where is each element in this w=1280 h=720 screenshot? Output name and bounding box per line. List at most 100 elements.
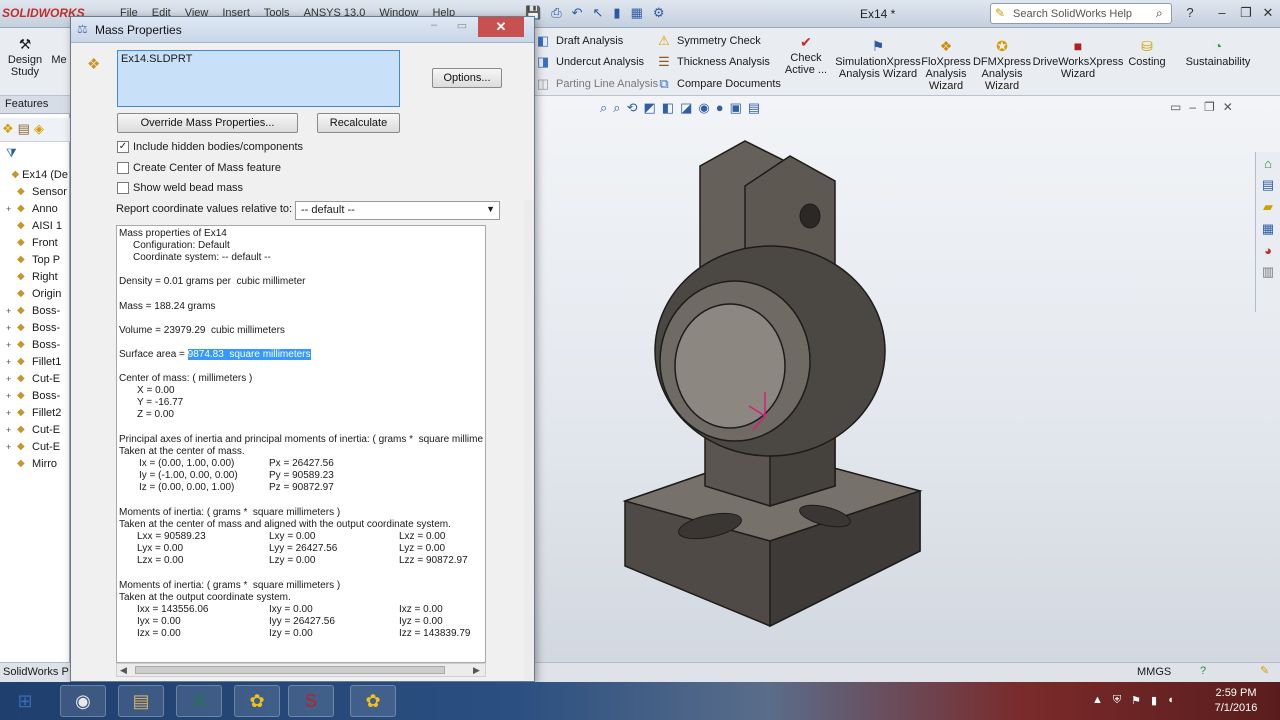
filter-icon[interactable]: ⧩	[6, 146, 17, 161]
tree-item[interactable]: + ◆ Anno	[6, 200, 68, 217]
appearances-icon[interactable]: ◕	[1264, 243, 1272, 258]
close-doc-icon[interactable]: ✕	[1223, 100, 1233, 114]
tree-item[interactable]: + ◆ Fillet2	[6, 404, 68, 421]
minimize-icon[interactable]: –	[1212, 3, 1232, 23]
model-graphic[interactable]	[535, 96, 1280, 662]
minimize-doc-icon[interactable]: –	[1189, 100, 1196, 114]
dialog-close-button[interactable]: ✕	[478, 17, 524, 37]
tree-item[interactable]: ◆ Origin	[6, 285, 68, 302]
file-properties-icon[interactable]: ▦	[631, 5, 643, 21]
graphics-viewport[interactable]	[535, 96, 1280, 662]
tree-item[interactable]: ◆ Top P	[6, 251, 68, 268]
options-icon[interactable]: ⚙	[653, 5, 665, 21]
tree-item[interactable]: + ◆ Fillet1	[6, 353, 68, 370]
report-horizontal-scrollbar[interactable]: ◀ ▶	[116, 663, 486, 677]
apply-scene-icon[interactable]: ▣	[730, 100, 742, 116]
tab-features[interactable]: Features	[0, 96, 70, 114]
help-icon[interactable]: ?	[1180, 3, 1200, 23]
section-view-icon[interactable]: ◩	[643, 100, 655, 116]
scroll-left-icon[interactable]: ◀	[120, 665, 127, 676]
custom-properties-icon[interactable]: ▥	[1262, 264, 1274, 280]
tree-item[interactable]: ◆ AISI 1	[6, 217, 68, 234]
scroll-right-icon[interactable]: ▶	[473, 665, 480, 676]
design-study-button[interactable]: ⚒ Design Study	[6, 36, 44, 78]
tree-item[interactable]: ◆ Ex14 (De	[6, 166, 68, 183]
expand-toggle[interactable]: +	[6, 204, 14, 214]
thickness-analysis-button[interactable]: ☰ Thickness Analysis	[656, 54, 770, 70]
explorer-app[interactable]: ▤	[118, 685, 164, 717]
tree-item[interactable]: + ◆ Cut-E	[6, 438, 68, 455]
resources-icon[interactable]: ⌂	[1264, 156, 1272, 171]
weld-bead-checkbox[interactable]	[117, 182, 129, 194]
expand-toggle[interactable]: +	[6, 408, 14, 418]
close-icon[interactable]: ✕	[1258, 3, 1278, 23]
help-status-icon[interactable]: ?	[1200, 665, 1206, 677]
center-of-mass-checkbox-row[interactable]: Create Center of Mass feature	[117, 162, 281, 174]
zoom-to-fit-icon[interactable]: ⌕	[600, 100, 607, 116]
measure-button[interactable]: Me	[50, 54, 68, 66]
solidworks-app-3[interactable]: ✿	[350, 685, 396, 717]
file-explorer-icon[interactable]: ▰	[1263, 199, 1273, 215]
edit-appearance-icon[interactable]: ●	[716, 100, 724, 116]
display-style-icon[interactable]: ◪	[680, 100, 692, 116]
include-hidden-checkbox-row[interactable]: ✓ Include hidden bodies/components	[117, 141, 303, 153]
draft-analysis-button[interactable]: ◧ Draft Analysis	[535, 33, 623, 49]
mass-properties-report[interactable]: Mass properties of Ex14 Configuration: D…	[116, 225, 486, 663]
tray-expand-icon[interactable]: ▲	[1092, 694, 1103, 707]
expand-toggle[interactable]: +	[6, 357, 14, 367]
dfmxpress-button[interactable]: ✪ DFMXpress Analysis Wizard	[973, 38, 1031, 92]
view-palette-icon[interactable]: ▦	[1262, 221, 1274, 237]
scrollbar-thumb[interactable]	[135, 666, 445, 674]
feature-tree-icon[interactable]: ❖	[2, 121, 14, 138]
tree-item[interactable]: ◆ Sensor	[6, 183, 68, 200]
check-active-button[interactable]: ✔ Check Active ...	[780, 34, 832, 76]
restore-icon[interactable]: ❐	[1236, 3, 1256, 23]
view-settings-icon[interactable]: ▤	[748, 100, 760, 116]
magnifier-icon[interactable]: ⌕	[1156, 6, 1163, 21]
rebuild-status-icon[interactable]: ✎	[1260, 664, 1269, 677]
tile-icon[interactable]: ▭	[1170, 100, 1181, 114]
floxpress-button[interactable]: ❖ FloXpress Analysis Wizard	[920, 38, 972, 92]
select-icon[interactable]: ↖	[593, 5, 604, 21]
expand-toggle[interactable]: +	[6, 323, 14, 333]
excel-app[interactable]: X	[176, 685, 222, 717]
selection-list[interactable]: Ex14.SLDPRT	[117, 50, 400, 107]
tree-item[interactable]: + ◆ Boss-	[6, 387, 68, 404]
start-button[interactable]: ⊞	[2, 685, 48, 717]
design-library-icon[interactable]: ▤	[1262, 177, 1274, 193]
center-of-mass-checkbox[interactable]	[117, 162, 129, 174]
restore-doc-icon[interactable]: ❐	[1204, 100, 1215, 114]
tree-item[interactable]: + ◆ Boss-	[6, 302, 68, 319]
undercut-analysis-button[interactable]: ◨ Undercut Analysis	[535, 54, 644, 70]
units-indicator[interactable]: MMGS	[1137, 666, 1171, 678]
driveworksxpress-button[interactable]: ■ DriveWorksXpress Wizard	[1033, 38, 1124, 80]
override-mass-properties-button[interactable]: Override Mass Properties...	[117, 113, 298, 133]
symmetry-check-button[interactable]: ⚠ Symmetry Check	[656, 33, 761, 49]
recalculate-button[interactable]: Recalculate	[317, 113, 400, 133]
dialog-vertical-scrollbar[interactable]	[524, 200, 534, 680]
tray-volume-icon[interactable]: ◖	[1167, 694, 1174, 707]
rebuild-icon[interactable]: ▮	[613, 5, 620, 21]
parting-line-button[interactable]: ◫ Parting Line Analysis	[535, 76, 658, 92]
tree-item[interactable]: ◆ Front	[6, 234, 68, 251]
taskbar-clock[interactable]: 2:59 PM 7/1/2016	[1200, 686, 1272, 716]
view-orientation-icon[interactable]: ◧	[662, 100, 674, 116]
tree-item[interactable]: + ◆ Cut-E	[6, 370, 68, 387]
dialog-minimize-icon[interactable]: –	[421, 19, 447, 35]
solidworks-app-2[interactable]: S	[288, 685, 334, 717]
tray-flag-icon[interactable]: ⚑	[1131, 694, 1141, 707]
tree-item[interactable]: ◆ Mirro	[6, 455, 68, 472]
hide-show-icon[interactable]: ◉	[698, 100, 709, 116]
include-hidden-checkbox[interactable]: ✓	[117, 141, 129, 153]
zoom-area-icon[interactable]: ⌕	[613, 100, 620, 116]
tree-item[interactable]: + ◆ Boss-	[6, 336, 68, 353]
expand-toggle[interactable]: +	[6, 391, 14, 401]
expand-toggle[interactable]: +	[6, 442, 14, 452]
search-help-box[interactable]: ✎ Search SolidWorks Help ⌕	[990, 3, 1172, 24]
options-button[interactable]: Options...	[432, 68, 502, 88]
solidworks-app-1[interactable]: ✿	[234, 685, 280, 717]
previous-view-icon[interactable]: ⟲	[627, 100, 638, 116]
weld-bead-checkbox-row[interactable]: Show weld bead mass	[117, 182, 243, 194]
expand-toggle[interactable]: +	[6, 306, 14, 316]
costing-button[interactable]: ⛁ Costing	[1124, 38, 1170, 68]
